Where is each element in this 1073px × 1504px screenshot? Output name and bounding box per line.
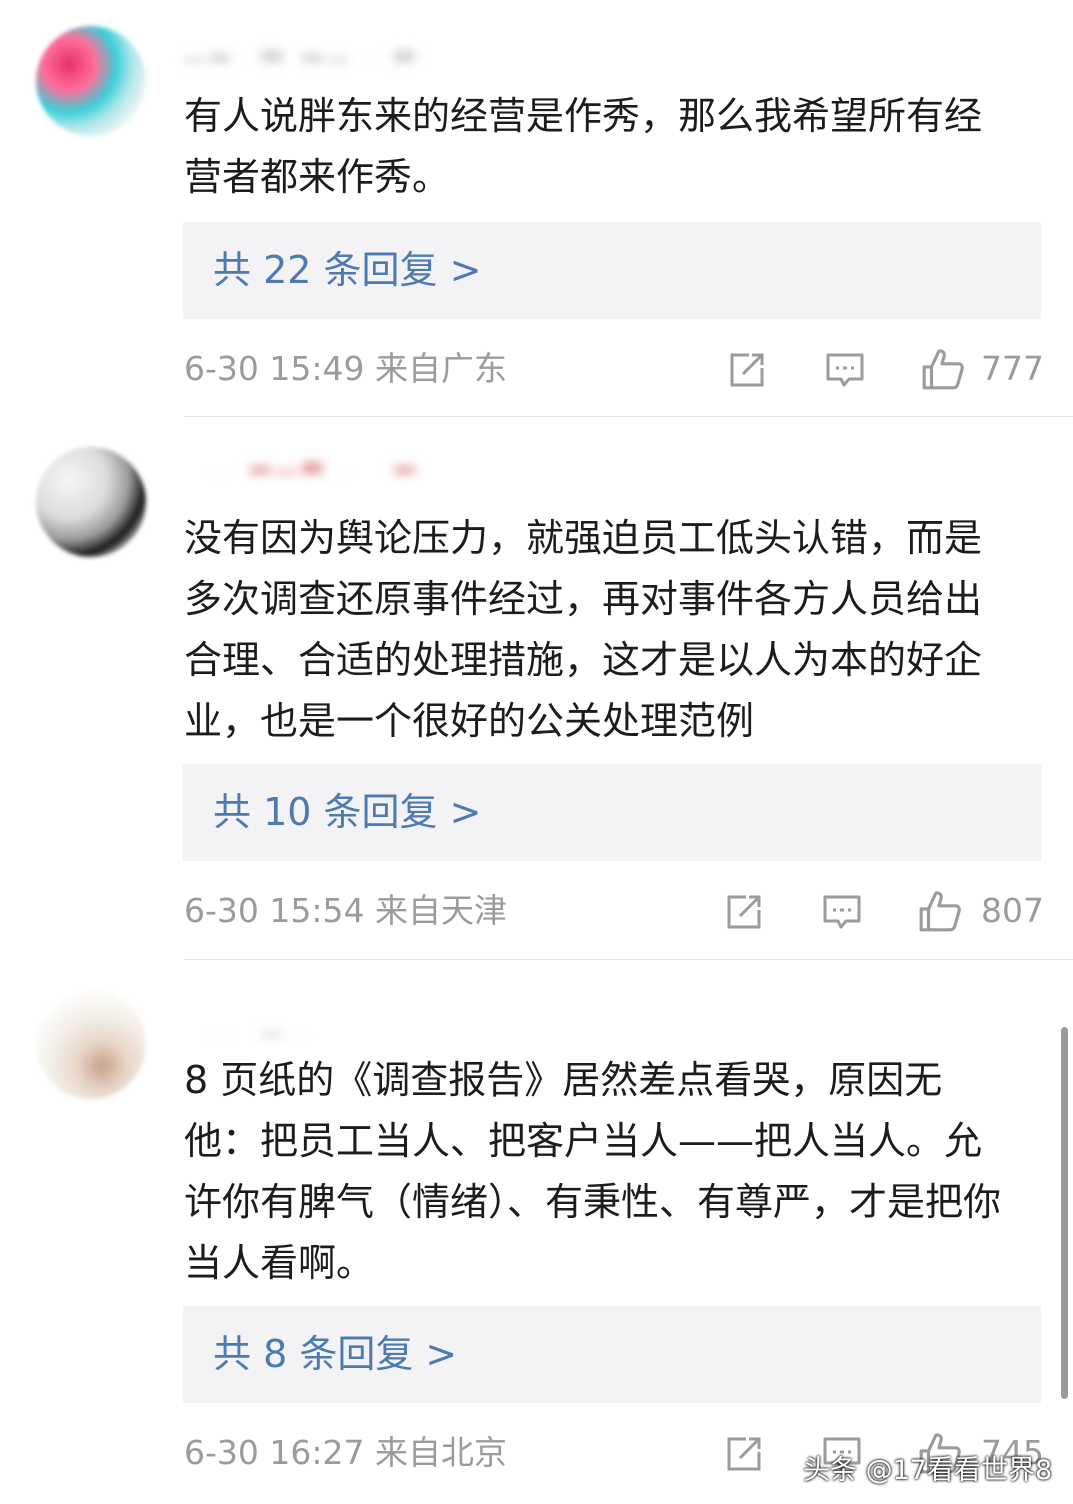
comment-meta: 6-30 15:54 来自天津 807	[184, 886, 1044, 936]
username[interactable]: ▂▃ ▅▄▆▃ ▂▅	[184, 456, 474, 474]
replies-count: 共 10 条回复 >	[213, 790, 482, 834]
view-replies-button[interactable]: 共 8 条回复 >	[183, 1306, 1041, 1403]
username[interactable]: ▄▅▃▆ ▅▄ ▃▆	[184, 44, 484, 62]
watermark: 头条 @17看看世界8	[803, 1455, 1053, 1486]
comment-text: 有人说胖东来的经营是作秀，那么我希望所有经营者都来作秀。	[184, 94, 983, 199]
comment-text: 没有因为舆论压力，就强迫员工低头认错，而是多次调查还原事件经过，再对事件各方人员…	[184, 516, 983, 743]
view-replies-button[interactable]: 共 22 条回复 >	[183, 222, 1041, 319]
share-icon[interactable]	[724, 892, 764, 932]
thumbs-up-icon[interactable]	[917, 888, 963, 934]
timestamp-location: 6-30 16:27 来自北京	[184, 1433, 507, 1472]
comment-text: 8 页纸的《调查报告》居然差点看哭，原因无他：把员工当人、把客户当人——把人当人…	[184, 1058, 1002, 1285]
comment-icon[interactable]	[822, 892, 862, 932]
share-icon[interactable]	[727, 350, 767, 390]
like-count: 807	[981, 891, 1044, 930]
replies-count: 共 22 条回复 >	[213, 248, 482, 292]
view-replies-button[interactable]: 共 10 条回复 >	[183, 764, 1041, 861]
share-icon[interactable]	[724, 1434, 764, 1474]
like-count: 777	[981, 349, 1044, 388]
thumbs-up-icon[interactable]	[920, 346, 966, 392]
avatar[interactable]	[36, 989, 146, 1099]
scrollbar[interactable]	[1061, 1027, 1068, 1399]
replies-count: 共 8 条回复 >	[213, 1332, 458, 1376]
timestamp-location: 6-30 15:54 来自天津	[184, 891, 507, 930]
timestamp-location: 6-30 15:49 来自广东	[184, 349, 507, 388]
avatar[interactable]	[36, 447, 146, 557]
username[interactable]: ▂▃▂▄▃	[184, 1018, 354, 1036]
divider	[184, 416, 1073, 417]
divider	[184, 959, 1073, 960]
comment-meta: 6-30 15:49 来自广东 777	[184, 344, 1044, 394]
comment-icon[interactable]	[825, 350, 865, 390]
avatar[interactable]	[36, 26, 146, 136]
